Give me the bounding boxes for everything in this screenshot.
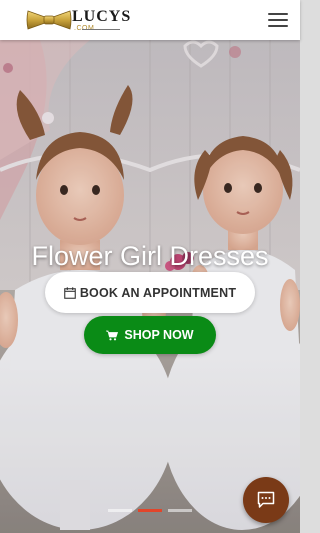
hero-banner: Flower Girl Dresses BOOK AN APPOINTMENT … [0,40,300,533]
calendar-icon [64,286,76,299]
chat-button[interactable] [243,477,289,523]
chat-bubble-icon [257,491,275,508]
shop-now-label: SHOP NOW [124,328,194,342]
slider-indicators [108,509,194,513]
shop-now-button[interactable]: SHOP NOW [84,316,216,354]
book-appointment-button[interactable]: BOOK AN APPOINTMENT [45,272,255,313]
bow-tie-icon [26,10,72,30]
book-appointment-label: BOOK AN APPOINTMENT [79,285,237,300]
logo-text: LUCYS [72,8,132,25]
slide-indicator[interactable] [168,509,192,512]
logo[interactable]: LUCYS .COM [26,5,130,35]
cart-icon [106,330,119,340]
hero-title: Flower Girl Dresses [31,241,269,271]
slide-indicator-active[interactable] [138,509,162,512]
hamburger-menu-icon[interactable] [268,12,290,28]
logo-underline [82,29,120,30]
slide-indicator[interactable] [108,509,132,512]
site-header: LUCYS .COM [0,0,300,40]
